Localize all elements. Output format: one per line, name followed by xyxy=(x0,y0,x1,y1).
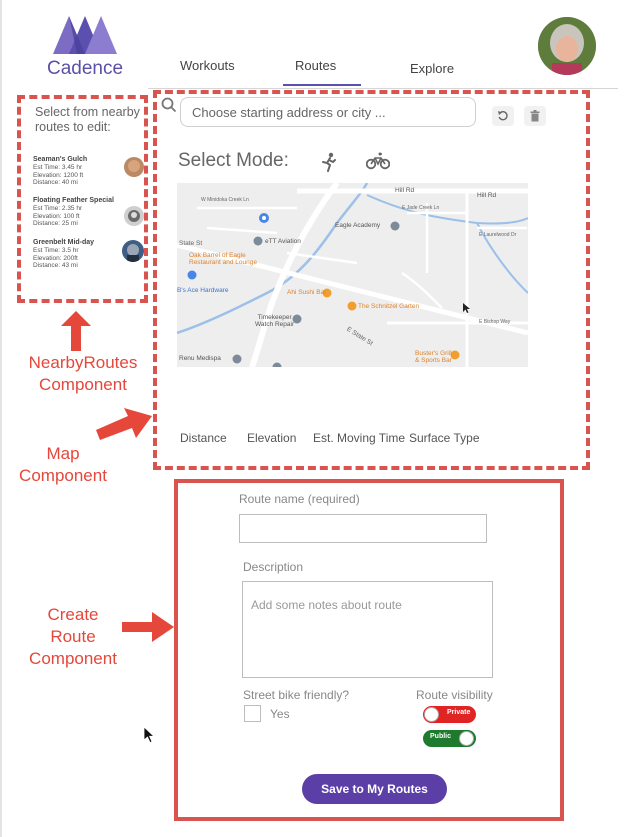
left-frame-edge xyxy=(0,0,2,837)
route-map[interactable]: Hill Rd Hill Rd W Minidoka Creek Ln E Ja… xyxy=(177,183,528,367)
route-item-seamans-gulch[interactable]: Seaman's Gulch Est Time: 3.45 hr Elevati… xyxy=(33,155,148,195)
route-name-label: Route name (required) xyxy=(239,492,360,506)
brand-name: Cadence xyxy=(46,58,124,79)
delete-button[interactable] xyxy=(524,106,546,126)
bike-mode-icon[interactable] xyxy=(366,152,390,170)
undo-icon xyxy=(498,110,508,121)
stat-moving-time: Est. Moving Time xyxy=(313,431,406,445)
map-label-eagle-academy: Eagle Academy xyxy=(335,222,381,229)
route-item-greenbelt[interactable]: Greenbelt Mid-day Est Time: 3.5 hr Eleva… xyxy=(33,238,148,278)
route-distance: Distance: 43 mi xyxy=(33,262,78,269)
user-avatar[interactable] xyxy=(538,17,596,75)
private-toggle-label: Private xyxy=(447,709,471,716)
search-icon[interactable] xyxy=(161,97,177,113)
map-cursor-icon xyxy=(463,303,470,313)
route-name-input[interactable] xyxy=(239,514,487,543)
route-avatar xyxy=(124,206,144,226)
search-input[interactable] xyxy=(181,98,475,126)
tab-explore[interactable]: Explore xyxy=(410,61,454,76)
save-to-my-routes-button[interactable]: Save to My Routes xyxy=(302,774,447,804)
map-label-oak-barrel: Oak Barrel of Eagle Restaurant and Loung… xyxy=(189,252,257,266)
private-toggle[interactable]: Private xyxy=(423,706,476,723)
map-label-busters: Buster's Grill & Sports Bar xyxy=(415,350,452,364)
create-route-annotation: Create Route Component xyxy=(29,605,117,668)
mouse-cursor-icon xyxy=(144,727,155,743)
map-label-ahi-sushi: Ahi Sushi Bar xyxy=(287,289,327,296)
save-button-label: Save to My Routes xyxy=(321,782,428,796)
map-label-hill-rd: Hill Rd xyxy=(477,192,497,199)
stat-distance: Distance xyxy=(180,431,227,445)
map-label-ett-aviation: eTT Aviation xyxy=(265,238,301,245)
map-label-street: E Laurelwood Dr xyxy=(479,232,517,238)
map-label-schnitzel: The Schnitzel Garten xyxy=(358,303,420,310)
map-label-bs-ace: B's Ace Hardware xyxy=(177,287,229,294)
active-tab-indicator xyxy=(283,84,361,86)
nearby-routes-annotation: NearbyRoutes Component xyxy=(28,353,138,394)
map-label-renu: Renu Medispa xyxy=(179,355,221,362)
stat-surface-type: Surface Type xyxy=(409,431,480,445)
run-mode-icon[interactable] xyxy=(320,152,338,172)
starting-address-search[interactable] xyxy=(180,97,476,127)
description-placeholder: Add some notes about route xyxy=(251,598,402,612)
trash-icon xyxy=(530,110,540,122)
select-mode-label: Select Mode: xyxy=(178,150,289,171)
map-component-annotation: Map Component xyxy=(19,444,107,485)
route-distance: Distance: 40 mi xyxy=(33,179,78,186)
up-arrow-icon xyxy=(61,311,91,351)
logo-mark-icon xyxy=(53,16,117,54)
map-label-hill-rd: Hill Rd xyxy=(395,187,415,194)
bike-friendly-label: Street bike friendly? xyxy=(243,688,350,702)
user-photo-icon xyxy=(538,17,596,75)
map-label-street: W Minidoka Creek Ln xyxy=(201,197,249,203)
description-label: Description xyxy=(243,560,304,574)
public-toggle[interactable]: Public xyxy=(423,730,476,747)
route-avatar xyxy=(124,157,144,177)
toggle-knob xyxy=(459,731,474,746)
map-label-e-bishop: E Bishop Way xyxy=(479,319,511,325)
stat-elevation: Elevation xyxy=(247,431,297,445)
tab-routes[interactable]: Routes xyxy=(295,58,336,73)
yes-label: Yes xyxy=(270,707,290,721)
map-roads-layer xyxy=(177,183,528,367)
visibility-label: Route visibility xyxy=(416,688,493,702)
right-arrow-icon xyxy=(96,408,152,440)
toggle-knob xyxy=(424,707,439,722)
route-avatar xyxy=(122,240,144,262)
route-name: Floating Feather Special xyxy=(33,197,114,204)
description-textarea[interactable]: Add some notes about route xyxy=(242,581,493,678)
map-label-state-st: State St xyxy=(179,240,203,247)
map-label-timekeeper: Timekeeper Watch Repair xyxy=(255,314,295,328)
route-item-floating-feather[interactable]: Floating Feather Special Est Time: 2.35 … xyxy=(33,196,148,236)
tab-workouts[interactable]: Workouts xyxy=(180,58,235,73)
bike-friendly-checkbox[interactable] xyxy=(244,705,261,722)
nearby-routes-panel: Select from nearby routes to edit: Seama… xyxy=(17,95,148,303)
header-divider xyxy=(148,88,618,89)
nearby-routes-title: Select from nearby routes to edit: xyxy=(35,105,140,134)
map-label-street: E Jade Creek Ln xyxy=(402,205,440,211)
public-toggle-label: Public xyxy=(430,733,452,740)
undo-button[interactable] xyxy=(492,106,514,126)
